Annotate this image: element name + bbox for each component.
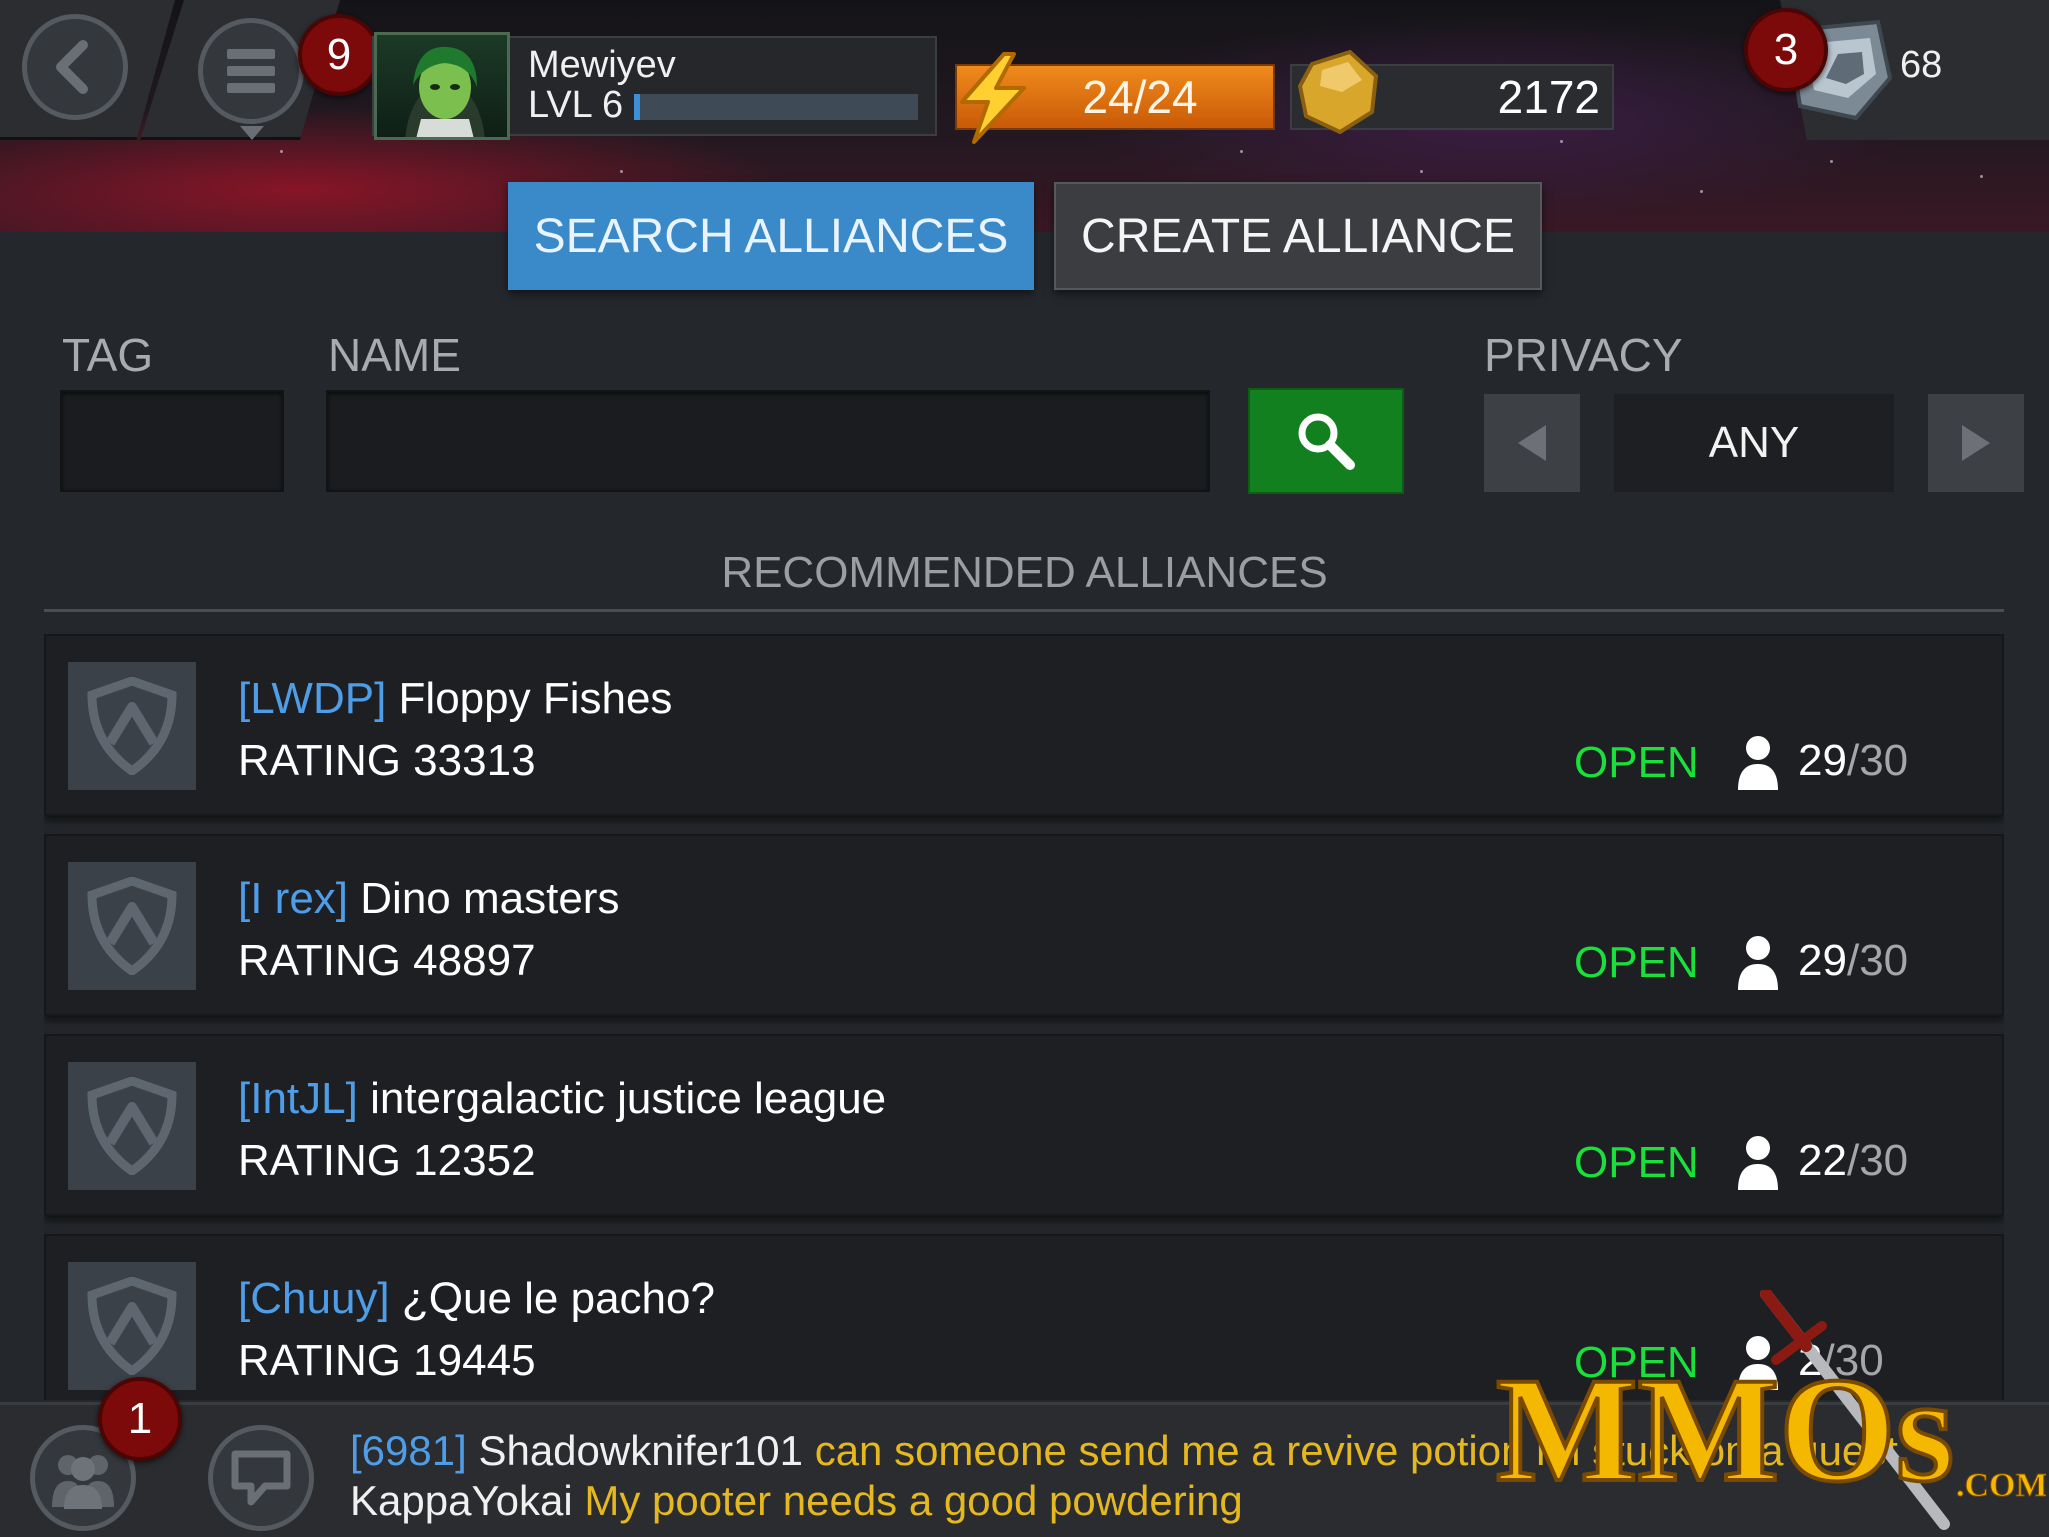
back-button[interactable]	[22, 14, 128, 120]
watermark-text: MMOs	[1496, 1347, 1954, 1513]
name-input[interactable]	[326, 390, 1210, 492]
magnifier-icon	[1298, 413, 1355, 470]
chat-message: KappaYokai My pooter needs a good powder…	[350, 1477, 1243, 1525]
member-count: 22	[1798, 1136, 1847, 1185]
hamburger-menu-icon	[227, 49, 275, 93]
member-capacity: 30	[1859, 936, 1909, 985]
xp-progress-bar	[634, 94, 918, 120]
player-portrait[interactable]	[374, 32, 510, 140]
member-capacity-separator: /	[1846, 936, 1860, 985]
shield-emblem-icon	[68, 662, 196, 790]
gold-nugget-icon	[1297, 49, 1379, 135]
privacy-select[interactable]: ANY	[1614, 394, 1894, 492]
person-icon	[1738, 936, 1778, 990]
person-icon	[1738, 736, 1778, 790]
alliance-members: 22/30	[1798, 1136, 1908, 1186]
member-capacity-separator: /	[1846, 1136, 1860, 1185]
back-arrow-icon	[56, 40, 88, 94]
alliance-members: 29/30	[1798, 736, 1908, 786]
member-capacity: 30	[1859, 736, 1909, 785]
tab-search-alliances[interactable]: SEARCH ALLIANCES	[508, 182, 1034, 290]
arrow-right-icon	[1962, 425, 1990, 461]
tab-create-alliance[interactable]: CREATE ALLIANCE	[1054, 182, 1542, 290]
member-capacity-separator: /	[1846, 736, 1860, 785]
alliance-notification-badge: 1	[98, 1377, 182, 1461]
menu-notification-badge: 9	[298, 14, 380, 96]
menu-dropdown-indicator	[240, 126, 264, 140]
shield-emblem-icon	[68, 1262, 196, 1390]
alliance-status: OPEN	[1574, 1138, 1699, 1187]
recommended-title: RECOMMENDED ALLIANCES	[721, 548, 1328, 597]
chat-alliance-tag: [6981]	[350, 1427, 467, 1474]
alliance-name: ¿Que le pacho?	[401, 1274, 715, 1323]
alliance-name-line: [IntJL] intergalactic justice league	[238, 1074, 886, 1124]
xp-progress-fill	[634, 94, 640, 120]
alliance-members: 29/30	[1798, 936, 1908, 986]
alliance-tag: [IntJL]	[238, 1074, 358, 1123]
watermark-suffix: .COM	[1956, 1467, 2046, 1504]
alliance-tag: [I rex]	[238, 874, 349, 923]
alliance-name-line: [LWDP] Floppy Fishes	[238, 674, 672, 724]
alliance-name: intergalactic justice league	[370, 1074, 887, 1123]
list-item[interactable]: [LWDP] Floppy Fishes RATING 33313 OPEN 2…	[44, 634, 2004, 816]
list-item[interactable]: [I rex] Dino masters RATING 48897 OPEN 2…	[44, 834, 2004, 1016]
chat-button[interactable]	[208, 1425, 314, 1531]
alliance-rating: RATING 48897	[238, 936, 536, 985]
alliance-status: OPEN	[1574, 938, 1699, 987]
alliance-tag: [Chuuy]	[238, 1274, 390, 1323]
gold-value: 2172	[1497, 71, 1600, 123]
menu-button[interactable]	[198, 18, 304, 124]
person-icon	[1738, 1136, 1778, 1190]
alliance-tag: [LWDP]	[238, 674, 387, 723]
alliance-rating: RATING 19445	[238, 1336, 536, 1385]
chat-text: My pooter needs a good powdering	[584, 1477, 1243, 1524]
privacy-label: PRIVACY	[1484, 329, 1683, 381]
avatar	[405, 46, 485, 137]
chat-bubble-icon	[231, 1450, 291, 1506]
mmos-watermark-logo: MMOs .COM	[1494, 1290, 2046, 1530]
units-value: 68	[1900, 44, 1943, 86]
member-count: 29	[1798, 736, 1847, 785]
alliance-name-line: [I rex] Dino masters	[238, 874, 619, 924]
shield-emblem-icon	[68, 862, 196, 990]
shield-emblem-icon	[68, 1062, 196, 1190]
units-notification-badge: 3	[1744, 8, 1828, 92]
tag-input[interactable]	[60, 390, 284, 492]
member-count: 29	[1798, 936, 1847, 985]
arrow-left-icon	[1518, 425, 1546, 461]
player-name: Mewiyev	[528, 44, 676, 86]
tag-label: TAG	[62, 329, 154, 381]
search-button[interactable]	[1248, 388, 1404, 494]
privacy-prev-button[interactable]	[1484, 394, 1580, 492]
name-label: NAME	[328, 329, 461, 381]
alliance-group-icon	[52, 1455, 114, 1509]
section-divider	[44, 609, 2004, 612]
energy-value: 24/24	[1082, 71, 1198, 123]
privacy-next-button[interactable]	[1928, 394, 2024, 492]
member-capacity: 30	[1859, 1136, 1909, 1185]
alliance-list[interactable]: [LWDP] Floppy Fishes RATING 33313 OPEN 2…	[44, 634, 2004, 1400]
chat-username: KappaYokai	[350, 1477, 573, 1524]
chat-username: Shadowknifer101	[478, 1427, 804, 1474]
alliance-name-line: [Chuuy] ¿Que le pacho?	[238, 1274, 715, 1324]
alliance-name: Floppy Fishes	[398, 674, 673, 723]
player-level: LVL 6	[528, 84, 624, 126]
list-item[interactable]: [IntJL] intergalactic justice league RAT…	[44, 1034, 2004, 1216]
alliance-status: OPEN	[1574, 738, 1699, 787]
alliance-name: Dino masters	[360, 874, 620, 923]
alliance-rating: RATING 33313	[238, 736, 536, 785]
lightning-icon	[960, 52, 1026, 144]
alliance-rating: RATING 12352	[238, 1136, 536, 1185]
